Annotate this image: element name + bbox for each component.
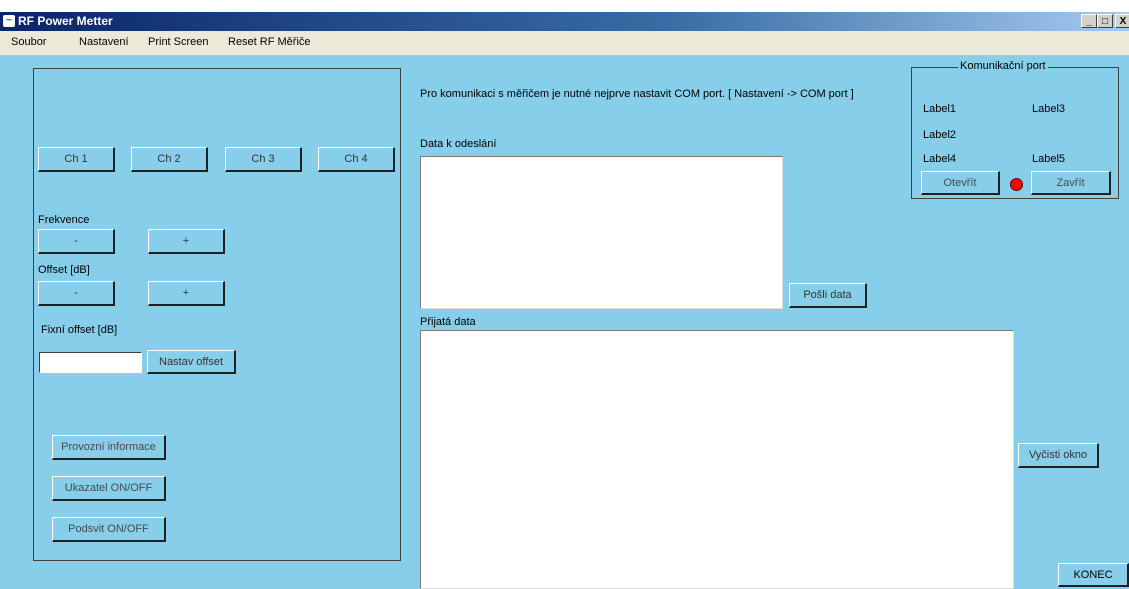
frequency-label: Frekvence — [38, 214, 90, 226]
menu-bar: Soubor Nastavení Print Screen Reset RF M… — [0, 31, 1129, 55]
com-port-hint: Pro komunikaci s měřičem je nutné nejprv… — [420, 88, 854, 100]
menu-print-screen[interactable]: Print Screen — [148, 36, 209, 48]
menu-soubor[interactable]: Soubor — [11, 36, 46, 48]
fixed-offset-label: Fixní offset [dB] — [41, 324, 118, 336]
menu-reset-rf[interactable]: Reset RF Měřiče — [228, 36, 311, 48]
operating-info-button[interactable]: Provozní informace — [52, 435, 166, 460]
exit-button[interactable]: KONEC — [1058, 563, 1129, 587]
port-status-indicator — [1010, 178, 1023, 191]
screen-top-strip — [0, 0, 1129, 12]
com-label-5: Label5 — [1032, 153, 1066, 165]
app-icon: ~ — [3, 15, 15, 27]
ch3-button[interactable]: Ch 3 — [225, 147, 302, 172]
offset-plus-button[interactable]: + — [148, 281, 225, 306]
title-bar[interactable]: ~ RF Power Metter _ □ X — [0, 12, 1129, 31]
fixed-offset-input[interactable] — [39, 352, 142, 373]
ch2-button[interactable]: Ch 2 — [131, 147, 208, 172]
com-port-group-title: Komunikační port — [958, 60, 1048, 72]
backlight-toggle-button[interactable]: Podsvit ON/OFF — [52, 517, 166, 542]
ch1-button[interactable]: Ch 1 — [38, 147, 115, 172]
send-data-button[interactable]: Pošli data — [789, 283, 867, 308]
received-data-label: Přijatá data — [420, 316, 476, 328]
close-port-button[interactable]: Zavřít — [1031, 171, 1111, 195]
received-data-textarea[interactable] — [420, 330, 1014, 589]
minimize-button[interactable]: _ — [1081, 14, 1097, 28]
set-offset-button[interactable]: Nastav offset — [147, 350, 236, 374]
com-label-4: Label4 — [923, 153, 957, 165]
offset-minus-button[interactable]: - — [38, 281, 115, 306]
ch4-button[interactable]: Ch 4 — [318, 147, 395, 172]
com-label-3: Label3 — [1032, 103, 1066, 115]
frequency-minus-button[interactable]: - — [38, 229, 115, 254]
maximize-button[interactable]: □ — [1097, 14, 1113, 28]
menu-nastaveni[interactable]: Nastavení — [79, 36, 129, 48]
clear-window-button[interactable]: Vyčisti okno — [1018, 443, 1099, 468]
offset-label: Offset [dB] — [38, 264, 90, 276]
com-label-1: Label1 — [923, 103, 957, 115]
open-port-button[interactable]: Otevřít — [921, 171, 1000, 195]
close-button[interactable]: X — [1115, 14, 1129, 28]
com-label-2: Label2 — [923, 129, 957, 141]
frequency-plus-button[interactable]: + — [148, 229, 225, 254]
window-title: RF Power Metter — [18, 14, 113, 28]
send-data-label: Data k odeslání — [420, 138, 497, 150]
indicator-toggle-button[interactable]: Ukazatel ON/OFF — [52, 476, 166, 501]
send-data-textarea[interactable] — [420, 156, 783, 309]
